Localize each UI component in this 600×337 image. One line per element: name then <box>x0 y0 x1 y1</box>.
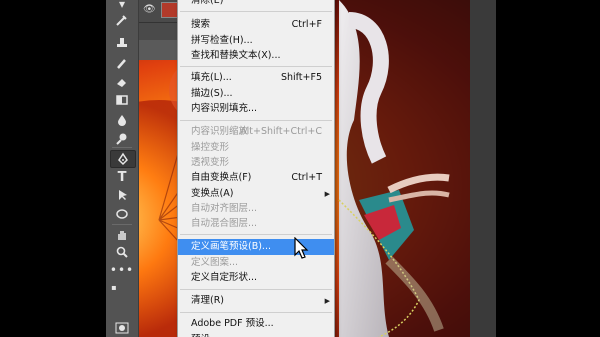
eye-icon[interactable]: 👁 <box>143 4 156 15</box>
collapsed-tool-icon[interactable]: ▾ <box>110 0 134 12</box>
menu-item-label: 自动对齐图层... <box>191 203 258 214</box>
menu-item-label: 描边(S)... <box>191 88 233 99</box>
menu-item-presets[interactable]: 预设 ▶ <box>178 332 334 337</box>
menu-item-content-aware-scale[interactable]: 内容识别缩放 Alt+Shift+Ctrl+C <box>178 124 334 140</box>
menu-item-adobe-pdf-presets[interactable]: Adobe PDF 预设... <box>178 316 334 332</box>
letterbox-left <box>0 0 106 337</box>
blur-icon[interactable] <box>110 112 134 128</box>
submenu-arrow-icon: ▶ <box>325 332 330 337</box>
menu-separator <box>180 312 332 313</box>
menu-item-label: 定义图案... <box>191 257 239 268</box>
menu-item-define-custom-shape[interactable]: 定义自定形状... <box>178 270 334 286</box>
eyedropper-icon[interactable] <box>110 12 134 28</box>
screen: ▾ T ••• ▪ 👁 清除(E) 搜索 Ctrl+F 拼写检查(H)... 查… <box>0 0 600 337</box>
default-colors-icon[interactable]: ▪ <box>109 280 119 296</box>
menu-item-define-brush-preset[interactable]: 定义画笔预设(B)... <box>178 239 334 255</box>
menu-item-label: 查找和替换文本(X)... <box>191 50 281 61</box>
menu-item-label: 清理(R) <box>191 295 225 306</box>
scrollbar-track[interactable] <box>470 0 496 337</box>
type-tool-icon[interactable]: T <box>110 169 134 185</box>
submenu-arrow-icon: ▶ <box>324 190 330 198</box>
toolbar-divider <box>112 147 132 148</box>
menu-item-shortcut: Ctrl+T <box>291 172 322 183</box>
gradient-icon[interactable] <box>110 92 134 108</box>
mouse-cursor-icon <box>294 237 309 259</box>
menu-item-clear[interactable]: 清除(E) <box>178 0 334 9</box>
menu-item-find-replace[interactable]: 查找和替换文本(X)... <box>178 48 334 64</box>
menu-separator <box>180 289 332 290</box>
menu-item-spell-check[interactable]: 拼写检查(H)... <box>178 33 334 49</box>
menu-item-label: 内容识别填充... <box>191 103 258 114</box>
menu-item-label: 预设 <box>191 332 210 337</box>
submenu-arrow-icon: ▶ <box>324 297 330 305</box>
quick-mask-icon[interactable] <box>110 320 134 336</box>
menu-item-fill[interactable]: 填充(L)... Shift+F5 <box>178 70 334 86</box>
menu-item-label: 清除(E) <box>191 0 224 6</box>
menu-item-search[interactable]: 搜索 Ctrl+F <box>178 17 334 33</box>
pen-tool-icon[interactable] <box>110 150 136 168</box>
menu-item-perspective-warp[interactable]: 透视变形 <box>178 155 334 171</box>
dodge-icon[interactable] <box>110 131 134 147</box>
menu-item-label: 自动混合图层... <box>191 218 258 229</box>
menu-item-free-transform[interactable]: 自由变换点(F) Ctrl+T <box>178 170 334 186</box>
stamp-icon[interactable] <box>110 35 134 51</box>
menu-item-label: 定义画笔预设(B)... <box>191 241 271 252</box>
menu-item-label: Adobe PDF 预设... <box>191 318 274 329</box>
menu-separator <box>180 66 332 67</box>
zoom-tool-icon[interactable] <box>110 244 134 260</box>
toolbar-divider <box>112 224 132 225</box>
menu-item-stroke[interactable]: 描边(S)... <box>178 86 334 102</box>
menu-item-shortcut: Shift+F5 <box>280 72 322 83</box>
ellipse-tool-icon[interactable] <box>110 206 134 222</box>
menu-item-define-pattern[interactable]: 定义图案... <box>178 255 334 271</box>
menu-item-auto-blend-layers[interactable]: 自动混合图层... <box>178 216 334 232</box>
menu-item-shortcut: Ctrl+F <box>291 19 322 30</box>
menu-item-label: 填充(L)... <box>191 72 232 83</box>
menu-separator <box>180 234 332 235</box>
menu-item-shortcut: Alt+Shift+Ctrl+C <box>240 126 322 137</box>
menu-separator <box>180 120 332 121</box>
letterbox-right <box>496 0 600 337</box>
more-tools-icon[interactable]: ••• <box>110 262 134 278</box>
menu-item-label: 拼写检查(H)... <box>191 35 253 46</box>
menu-item-label: 透视变形 <box>191 157 230 168</box>
brush-icon[interactable] <box>110 56 134 72</box>
menu-item-content-aware-fill[interactable]: 内容识别填充... <box>178 101 334 117</box>
menu-item-purge[interactable]: 清理(R) ▶ <box>178 293 334 309</box>
edit-menu: 清除(E) 搜索 Ctrl+F 拼写检查(H)... 查找和替换文本(X)... … <box>177 0 335 337</box>
menu-item-label: 变换点(A) <box>191 188 234 199</box>
toolbar: ▾ T ••• ▪ <box>106 0 240 337</box>
menu-item-auto-align-layers[interactable]: 自动对齐图层... <box>178 201 334 217</box>
eraser-icon[interactable] <box>110 74 134 90</box>
menu-item-transform[interactable]: 变换点(A) ▶ <box>178 186 334 202</box>
hand-tool-icon[interactable] <box>110 227 134 243</box>
menu-item-label: 自由变换点(F) <box>191 172 252 183</box>
menu-item-puppet-warp[interactable]: 操控变形 <box>178 140 334 156</box>
path-select-icon[interactable] <box>110 187 134 203</box>
menu-item-label: 搜索 <box>191 19 211 30</box>
menu-separator <box>180 11 332 12</box>
menu-item-label: 操控变形 <box>191 142 230 153</box>
menu-item-label: 定义自定形状... <box>191 272 258 283</box>
